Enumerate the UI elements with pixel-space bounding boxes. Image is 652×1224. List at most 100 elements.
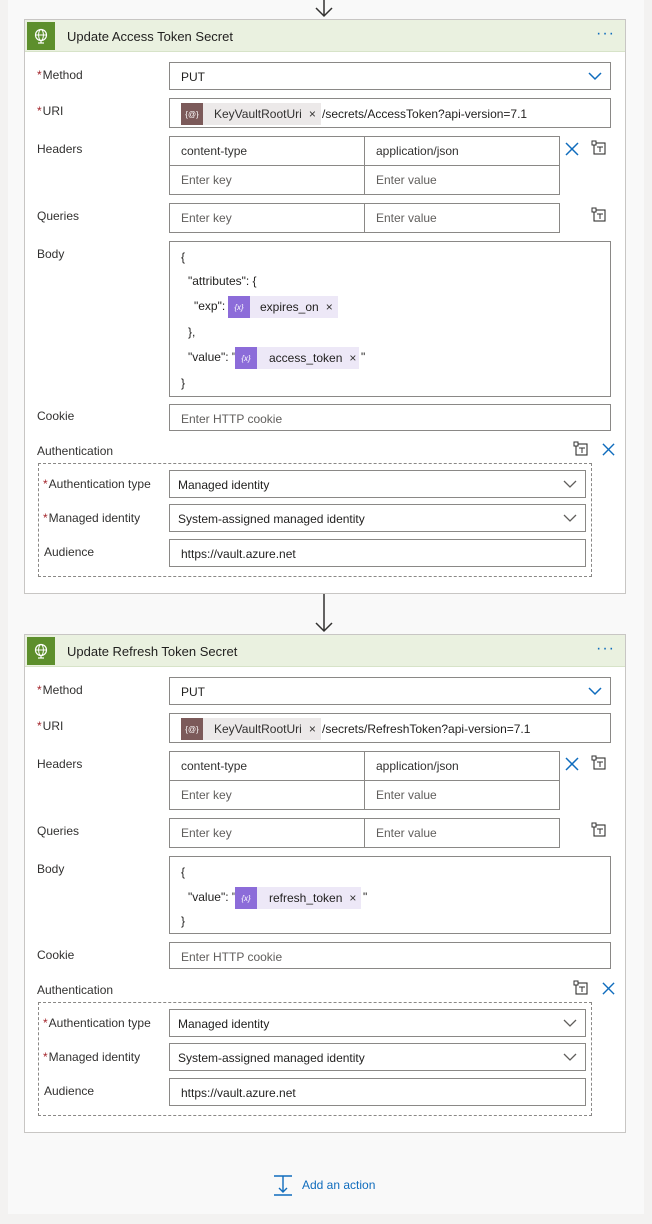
remove-token-icon[interactable]: ×: [309, 722, 316, 736]
cookie-placeholder: Enter HTTP cookie: [181, 412, 283, 426]
remove-authentication-icon[interactable]: [602, 982, 615, 995]
authentication-type-dropdown[interactable]: Managed identity: [169, 1009, 586, 1037]
remove-header-icon[interactable]: [565, 757, 579, 771]
header-key-input[interactable]: content-type: [169, 751, 365, 781]
uri-label: *URI: [37, 719, 64, 733]
body-label: Body: [37, 247, 65, 261]
audience-input[interactable]: https://vault.azure.net: [169, 1078, 586, 1106]
authentication-section: *Authentication type Managed identity *M…: [38, 1002, 592, 1116]
query-key-input[interactable]: Enter key: [169, 203, 365, 233]
parameter-icon: {@}: [181, 718, 203, 740]
uri-suffix: /secrets/AccessToken?api-version=7.1: [322, 107, 528, 121]
remove-token-icon[interactable]: ×: [349, 351, 356, 365]
audience-label: Audience: [44, 545, 95, 559]
authentication-type-label: *Authentication type: [43, 1016, 151, 1030]
switch-to-text-mode-icon[interactable]: [591, 755, 607, 771]
expires-on-token: {x} expires_on ×: [228, 296, 338, 318]
chevron-down-icon: [588, 72, 602, 81]
authentication-label: Authentication: [37, 983, 114, 997]
card-header[interactable]: Update Refresh Token Secret ···: [25, 635, 625, 667]
token-label: refresh_token: [269, 891, 343, 905]
card-title: Update Access Token Secret: [67, 29, 233, 44]
remove-token-icon[interactable]: ×: [349, 891, 356, 905]
audience-label: Audience: [44, 1084, 95, 1098]
method-value: PUT: [181, 70, 205, 84]
refresh-token-token: {x} refresh_token ×: [235, 887, 361, 909]
action-card-update-access-token: Update Access Token Secret ··· *Method P…: [24, 19, 626, 594]
add-action-button[interactable]: Add an action: [272, 1174, 375, 1196]
more-options-icon[interactable]: ···: [596, 25, 615, 43]
connector-arrow-icon: [315, 0, 333, 18]
header-key-input[interactable]: content-type: [169, 136, 365, 166]
body-editor[interactable]: { "value": " {x} refresh_token × " }: [169, 856, 611, 934]
more-options-icon[interactable]: ···: [596, 640, 615, 658]
method-dropdown[interactable]: PUT: [169, 62, 611, 90]
cookie-input[interactable]: Enter HTTP cookie: [169, 942, 611, 969]
headers-label: Headers: [37, 142, 83, 156]
add-action-icon: [274, 1175, 292, 1196]
remove-authentication-icon[interactable]: [602, 443, 615, 456]
managed-identity-dropdown[interactable]: System-assigned managed identity: [169, 1043, 586, 1071]
remove-header-icon[interactable]: [565, 142, 579, 156]
managed-identity-dropdown[interactable]: System-assigned managed identity: [169, 504, 586, 532]
query-value-input[interactable]: Enter value: [364, 818, 560, 848]
cookie-label: Cookie: [37, 948, 75, 962]
managed-identity-label: *Managed identity: [43, 1050, 141, 1064]
authentication-type-dropdown[interactable]: Managed identity: [169, 470, 586, 498]
card-title: Update Refresh Token Secret: [67, 644, 238, 659]
header-new-value-input[interactable]: Enter value: [364, 780, 560, 810]
body-line: ": [361, 350, 366, 364]
cookie-input[interactable]: Enter HTTP cookie: [169, 404, 611, 431]
switch-to-text-mode-icon[interactable]: [591, 207, 607, 223]
body-editor[interactable]: { "attributes": { "exp": {x} expires_on …: [169, 241, 611, 397]
switch-to-text-mode-icon[interactable]: [573, 441, 589, 457]
body-line: "value": ": [188, 350, 237, 364]
headers-label: Headers: [37, 757, 83, 771]
body-line: }: [181, 914, 186, 928]
uri-input[interactable]: {@} KeyVaultRootUri × /secrets/AccessTok…: [169, 98, 611, 128]
dynamic-content-icon: {x}: [235, 887, 257, 909]
body-line: "value": ": [188, 890, 237, 904]
body-line: },: [188, 325, 196, 339]
query-value-input[interactable]: Enter value: [364, 203, 560, 233]
body-line: "exp":: [194, 299, 226, 313]
queries-label: Queries: [37, 209, 80, 223]
managed-identity-value: System-assigned managed identity: [178, 512, 365, 526]
body-label: Body: [37, 862, 65, 876]
header-value-input[interactable]: application/json: [364, 751, 560, 781]
access-token-token: {x} access_token ×: [235, 347, 359, 369]
method-dropdown[interactable]: PUT: [169, 677, 611, 705]
uri-token-label: KeyVaultRootUri: [214, 722, 302, 736]
body-line: "attributes": {: [188, 274, 257, 288]
header-new-value-input[interactable]: Enter value: [364, 165, 560, 195]
token-label: access_token: [269, 351, 343, 365]
uri-suffix: /secrets/RefreshToken?api-version=7.1: [322, 722, 531, 736]
remove-token-icon[interactable]: ×: [326, 300, 333, 314]
method-label: *Method: [37, 68, 83, 82]
cookie-placeholder: Enter HTTP cookie: [181, 950, 283, 964]
body-line: {: [181, 250, 186, 264]
managed-identity-label: *Managed identity: [43, 511, 141, 525]
uri-token-label: KeyVaultRootUri: [214, 107, 302, 121]
http-globe-icon: [27, 22, 55, 50]
header-value-input[interactable]: application/json: [364, 136, 560, 166]
remove-token-icon[interactable]: ×: [309, 107, 316, 121]
authentication-type-value: Managed identity: [178, 478, 270, 492]
header-new-key-input[interactable]: Enter key: [169, 165, 365, 195]
add-action-label: Add an action: [302, 1178, 376, 1192]
chevron-down-icon: [588, 687, 602, 696]
audience-input[interactable]: https://vault.azure.net: [169, 539, 586, 567]
switch-to-text-mode-icon[interactable]: [591, 140, 607, 156]
header-new-key-input[interactable]: Enter key: [169, 780, 365, 810]
dynamic-content-icon: {x}: [235, 347, 257, 369]
switch-to-text-mode-icon[interactable]: [573, 980, 589, 996]
authentication-type-label: *Authentication type: [43, 477, 151, 491]
uri-input[interactable]: {@} KeyVaultRootUri × /secrets/RefreshTo…: [169, 713, 611, 743]
chevron-down-icon: [563, 1019, 577, 1027]
body-line: ": [363, 890, 368, 904]
switch-to-text-mode-icon[interactable]: [591, 822, 607, 838]
query-key-input[interactable]: Enter key: [169, 818, 365, 848]
uri-label: *URI: [37, 104, 64, 118]
card-header[interactable]: Update Access Token Secret ···: [25, 20, 625, 52]
managed-identity-value: System-assigned managed identity: [178, 1051, 365, 1065]
